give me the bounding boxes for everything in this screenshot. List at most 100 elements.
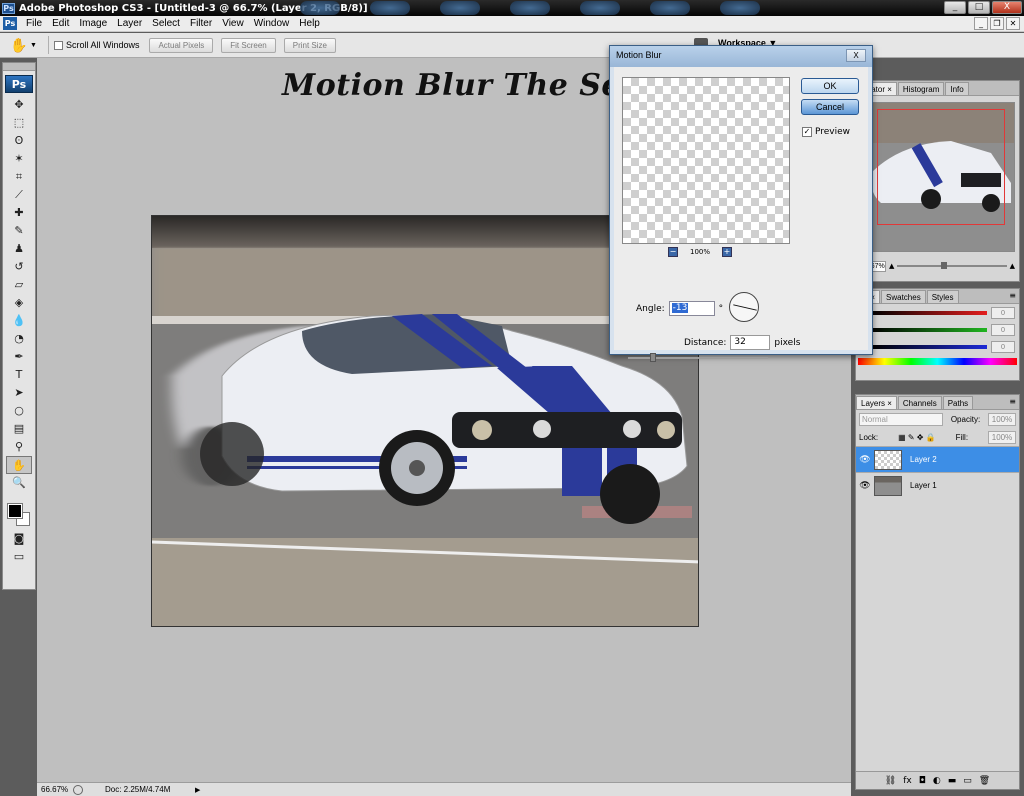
- preset-dropdown-arrow-icon[interactable]: ▼: [30, 42, 37, 49]
- menu-help[interactable]: Help: [294, 18, 325, 29]
- ps-logo[interactable]: Ps: [5, 75, 33, 93]
- paint-bucket-icon[interactable]: ◈: [3, 294, 35, 312]
- green-value[interactable]: 0: [991, 323, 1015, 336]
- dodge-icon[interactable]: ◔: [3, 330, 35, 348]
- menu-view[interactable]: View: [217, 18, 249, 29]
- quick-mask-icon[interactable]: ◙: [3, 530, 35, 548]
- brush-icon[interactable]: ✎: [3, 222, 35, 240]
- dialog-title-bar[interactable]: Motion Blur X: [610, 46, 872, 67]
- lasso-icon[interactable]: ʘ: [3, 132, 35, 150]
- new-group-icon[interactable]: ▬: [948, 776, 957, 786]
- opacity-field[interactable]: 100%: [988, 412, 1016, 426]
- red-slider[interactable]: [872, 310, 987, 315]
- maximize-button[interactable]: □: [968, 1, 990, 14]
- blend-mode-select[interactable]: Normal: [859, 412, 943, 426]
- layers-menu-icon[interactable]: ≡: [1009, 397, 1016, 406]
- preview-zoom-out-button[interactable]: −: [668, 247, 678, 257]
- type-icon[interactable]: T: [3, 366, 35, 384]
- menu-file[interactable]: File: [21, 18, 47, 29]
- tab-channels[interactable]: Channels: [897, 396, 942, 409]
- crop-icon[interactable]: ⌗: [3, 168, 35, 186]
- tab-styles[interactable]: Styles: [926, 290, 959, 303]
- preview-checkbox[interactable]: ✓: [802, 127, 812, 137]
- navigator-thumbnail[interactable]: [860, 102, 1015, 252]
- notes-icon[interactable]: ▤: [3, 420, 35, 438]
- menu-layer[interactable]: Layer: [112, 18, 147, 29]
- layer-style-icon[interactable]: fx: [903, 776, 912, 786]
- filter-preview[interactable]: [622, 77, 790, 244]
- pen-icon[interactable]: ✒: [3, 348, 35, 366]
- eyedropper-icon[interactable]: ⚲: [3, 438, 35, 456]
- tab-histogram[interactable]: Histogram: [897, 82, 945, 95]
- cancel-button[interactable]: Cancel: [801, 99, 859, 115]
- panel-menu-icon[interactable]: ≡: [1009, 291, 1016, 300]
- foreground-color-swatch[interactable]: [7, 503, 23, 519]
- menu-window[interactable]: Window: [249, 18, 295, 29]
- tab-swatches[interactable]: Swatches: [881, 290, 926, 303]
- lock-icons[interactable]: ▦ ✎ ✥ 🔒: [898, 433, 936, 442]
- eraser-icon[interactable]: ▱: [3, 276, 35, 294]
- layer-row-layer-1[interactable]: 👁 Layer 1: [856, 472, 1019, 498]
- status-info-icon[interactable]: [73, 784, 83, 795]
- dialog-close-button[interactable]: X: [846, 49, 866, 62]
- screen-mode-icon[interactable]: ▭: [3, 548, 35, 566]
- tools-panel-grip[interactable]: [3, 63, 35, 71]
- menu-filter[interactable]: Filter: [185, 18, 217, 29]
- app-menu-icon[interactable]: Ps: [3, 17, 17, 30]
- close-button[interactable]: X: [992, 1, 1022, 14]
- ellipse-icon[interactable]: ○: [3, 402, 35, 420]
- fit-screen-button[interactable]: Fit Screen: [221, 37, 276, 53]
- angle-input[interactable]: -13: [668, 301, 715, 316]
- tab-info[interactable]: Info: [945, 82, 969, 95]
- slice-icon[interactable]: ⟋: [3, 186, 35, 204]
- minimize-button[interactable]: _: [944, 1, 966, 14]
- marquee-icon[interactable]: ⬚: [3, 114, 35, 132]
- adjustment-layer-icon[interactable]: ◐: [933, 776, 941, 786]
- distance-slider[interactable]: [628, 353, 768, 362]
- distance-input[interactable]: 32: [730, 335, 771, 350]
- preview-zoom-in-button[interactable]: +: [722, 247, 733, 257]
- fill-field[interactable]: 100%: [987, 430, 1016, 444]
- trash-icon[interactable]: 🗑: [979, 776, 990, 786]
- history-brush-icon[interactable]: ↺: [3, 258, 35, 276]
- hand-icon[interactable]: ✋: [6, 456, 32, 474]
- doc-restore-button[interactable]: ❐: [990, 17, 1004, 30]
- angle-dial[interactable]: [729, 292, 759, 322]
- green-slider[interactable]: [872, 327, 987, 332]
- visibility-eye-icon[interactable]: 👁: [856, 480, 874, 491]
- ok-button[interactable]: OK: [801, 78, 859, 94]
- color-spectrum-bar[interactable]: [858, 358, 1017, 365]
- doc-minimize-button[interactable]: _: [974, 17, 988, 30]
- zoom-in-mountain-icon[interactable]: ▲: [1010, 262, 1015, 270]
- menu-edit[interactable]: Edit: [47, 18, 74, 29]
- path-selection-icon[interactable]: ➤: [3, 384, 35, 402]
- red-value[interactable]: 0: [991, 306, 1015, 319]
- menu-image[interactable]: Image: [74, 18, 112, 29]
- zoom-icon[interactable]: 🔍: [3, 474, 35, 492]
- blue-slider[interactable]: [872, 344, 987, 349]
- menu-select[interactable]: Select: [147, 18, 185, 29]
- layer-mask-icon[interactable]: ◘: [919, 776, 926, 786]
- zoom-out-mountain-icon[interactable]: ▲: [889, 262, 894, 270]
- move-icon[interactable]: ✥: [3, 96, 35, 114]
- new-layer-icon[interactable]: ▭: [963, 776, 972, 786]
- navigator-zoom-slider[interactable]: [897, 262, 1007, 269]
- visibility-eye-icon[interactable]: 👁: [856, 454, 874, 465]
- magic-wand-icon[interactable]: ✶: [3, 150, 35, 168]
- hand-tool-preset-icon[interactable]: ✋: [8, 35, 30, 55]
- print-size-button[interactable]: Print Size: [283, 37, 336, 53]
- tab-layers[interactable]: Layers ×: [856, 396, 897, 409]
- clone-stamp-icon[interactable]: ♟: [3, 240, 35, 258]
- status-menu-arrow-icon[interactable]: ▶: [195, 786, 200, 794]
- layer-row-layer-2[interactable]: 👁 Layer 2: [856, 446, 1019, 472]
- tab-paths[interactable]: Paths: [942, 396, 974, 409]
- blur-icon[interactable]: 💧: [3, 312, 35, 330]
- zoom-level[interactable]: 66.67%: [37, 785, 69, 794]
- blue-value[interactable]: 0: [991, 340, 1015, 353]
- link-layers-icon[interactable]: ⛓: [885, 776, 896, 786]
- healing-brush-icon[interactable]: ✚: [3, 204, 35, 222]
- actual-pixels-button[interactable]: Actual Pixels: [149, 37, 214, 53]
- doc-close-button[interactable]: ✕: [1006, 17, 1020, 30]
- navigator-view-box[interactable]: [877, 109, 1005, 225]
- scroll-all-windows-checkbox[interactable]: [53, 40, 63, 50]
